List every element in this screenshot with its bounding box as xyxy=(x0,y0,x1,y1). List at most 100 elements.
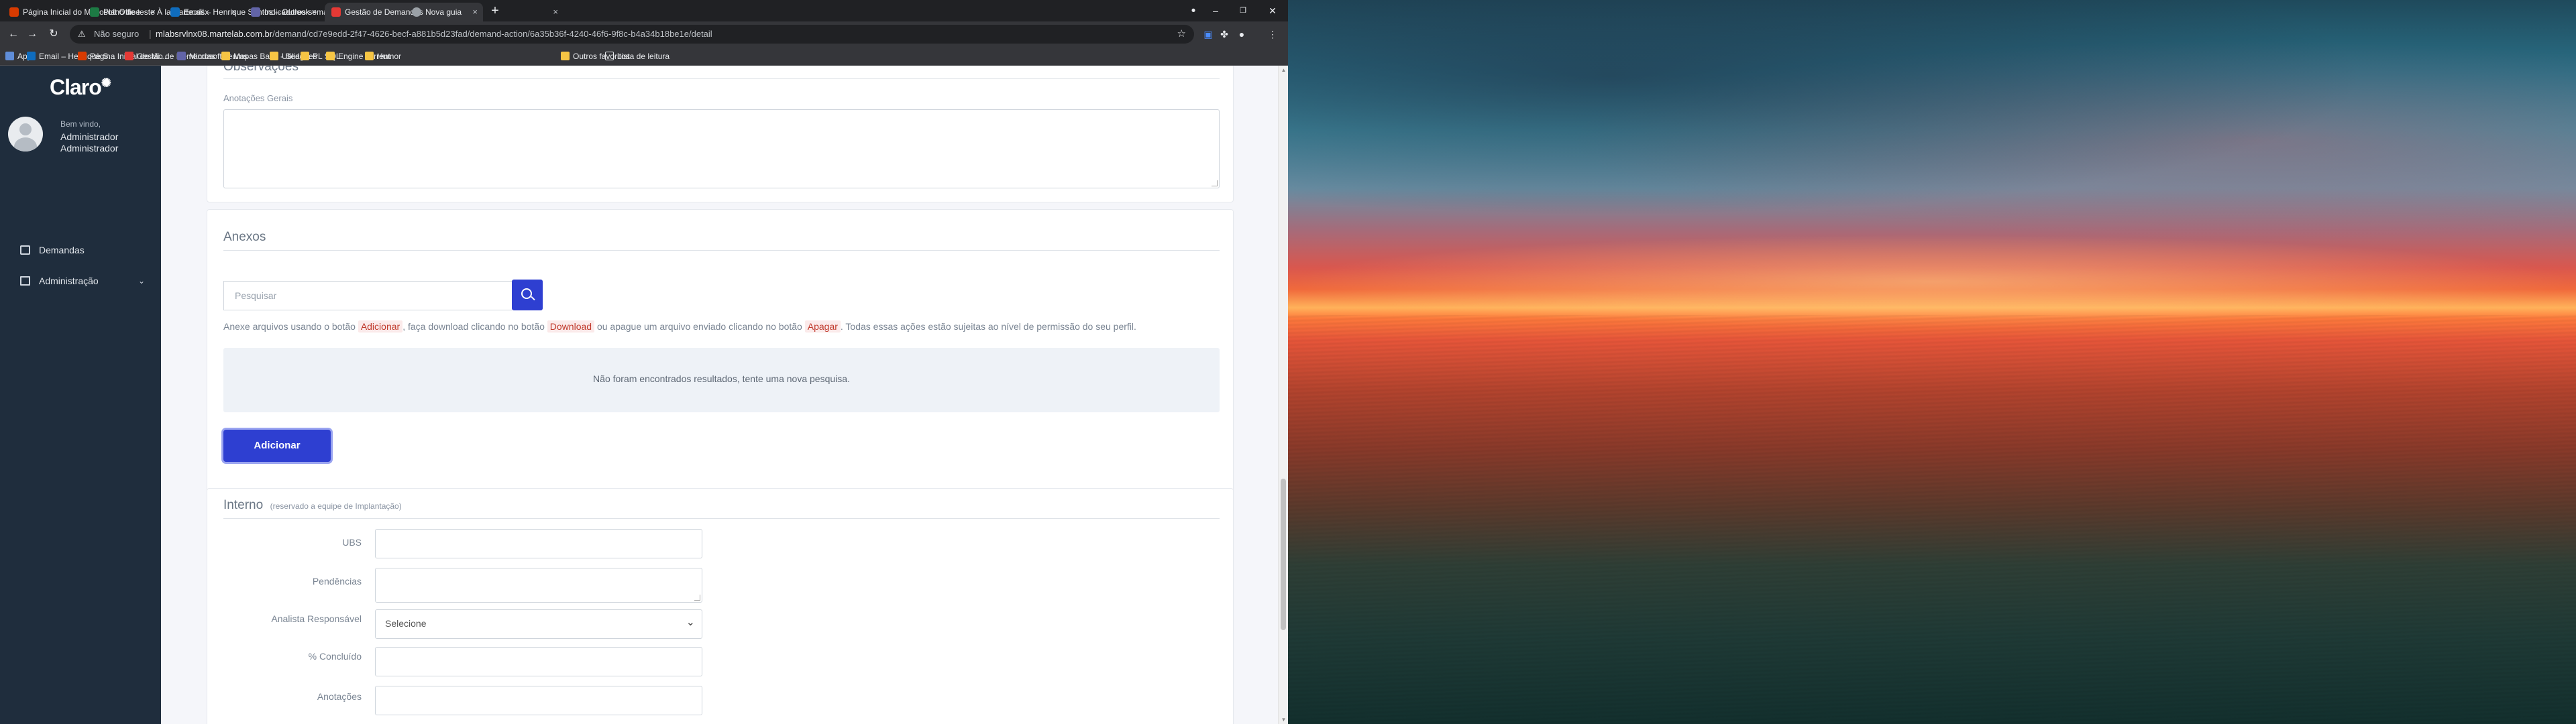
add-attachment-button[interactable]: Adicionar xyxy=(223,430,331,462)
excel-favicon-icon xyxy=(90,7,99,17)
sidebar: Claro✺ Bem vindo, Administrador Administ… xyxy=(0,66,161,724)
search-icon xyxy=(521,288,532,299)
address-bar[interactable]: ⚠ Não seguro | mlabsrvlnx08.martelab.com… xyxy=(70,25,1194,44)
restore-button[interactable]: ❐ xyxy=(1229,0,1257,21)
percent-concluido-input[interactable] xyxy=(375,647,702,676)
help-text: Anexe arquivos usando o botão Adicionar,… xyxy=(223,320,1136,333)
folder-icon xyxy=(326,52,335,60)
folder-icon xyxy=(365,52,374,60)
interno-card: Interno (reservado a equipe de Implantaç… xyxy=(207,488,1234,724)
scroll-up-icon[interactable]: ▲ xyxy=(1281,67,1287,73)
empty-results-box: Não foram encontrados resultados, tente … xyxy=(223,348,1220,412)
empty-results-message: Não foram encontrados resultados, tente … xyxy=(593,373,850,384)
url-host: mlabsrvlnx08.martelab.com.br xyxy=(156,29,273,39)
extension-icon[interactable]: ▣ xyxy=(1201,27,1216,42)
divider xyxy=(223,250,1220,251)
admin-icon xyxy=(20,276,30,286)
apps-grid-icon xyxy=(5,52,14,60)
search-icon-handle xyxy=(531,296,535,301)
tab-nova-guia[interactable]: Nova guia × xyxy=(405,3,564,21)
analista-select[interactable]: Selecione ⌄ xyxy=(375,609,702,639)
web-page: Claro✺ Bem vindo, Administrador Administ… xyxy=(0,66,1288,724)
section-subtitle: (reservado a equipe de Implantação) xyxy=(270,501,402,511)
back-icon[interactable]: ← xyxy=(5,27,21,42)
url-text[interactable]: mlabsrvlnx08.martelab.com.br/demand/cd7e… xyxy=(156,29,712,39)
field-label: Anotações Gerais xyxy=(223,93,293,103)
divider: | xyxy=(149,28,152,39)
scroll-thumb[interactable] xyxy=(1281,479,1286,630)
resize-handle-icon[interactable] xyxy=(694,595,700,601)
claro-favicon-icon xyxy=(331,7,341,17)
resize-handle-icon[interactable] xyxy=(1212,180,1218,186)
pendencias-textarea[interactable] xyxy=(375,568,702,603)
chevron-down-icon: ⌄ xyxy=(686,617,695,628)
wallpaper-sunset-glow xyxy=(1288,235,2576,328)
help-text-part: Anexe arquivos usando o botão xyxy=(223,321,358,332)
folder-icon xyxy=(221,52,230,60)
office-favicon-icon xyxy=(9,7,19,17)
observacoes-card: Observações Anotações Gerais xyxy=(207,66,1234,202)
section-title: Anexos xyxy=(223,230,266,244)
warning-icon: ⚠ xyxy=(78,29,86,39)
page-scrollbar[interactable]: ▲ ▼ xyxy=(1278,66,1288,724)
bookmark-folder[interactable]: Humor xyxy=(364,50,401,63)
claro-icon xyxy=(125,52,133,60)
field-label: % Concluído xyxy=(308,651,362,662)
general-notes-textarea[interactable] xyxy=(223,109,1220,188)
minimize-button[interactable]: – xyxy=(1202,0,1229,21)
forward-icon[interactable]: → xyxy=(24,27,40,42)
reading-list-icon xyxy=(605,52,614,60)
menu-kebab-icon[interactable]: ⋮ xyxy=(1265,27,1280,42)
wallpaper-field xyxy=(1288,315,2576,724)
bookmark-label: Humor xyxy=(377,52,402,61)
code-tag: Download xyxy=(547,320,595,333)
teams-favicon-icon xyxy=(251,7,260,17)
search-input[interactable] xyxy=(223,281,512,310)
extensions-puzzle-icon[interactable]: ✤ xyxy=(1217,27,1232,42)
logo-text: Claro xyxy=(50,75,102,99)
search-button[interactable] xyxy=(512,280,543,310)
sidebar-item-label: Demandas xyxy=(39,245,85,255)
tab-title: Nova guia xyxy=(425,7,462,17)
code-tag: Apagar xyxy=(804,320,841,333)
tab-strip: Página Inicial do Microsoft Office × Pla… xyxy=(0,0,1288,21)
demands-icon xyxy=(20,245,30,255)
anotacoes-textarea[interactable] xyxy=(375,686,702,715)
bookmarks-bar: Apps Email – Henrique S... Página Inicia… xyxy=(0,47,1288,66)
close-window-button[interactable]: ✕ xyxy=(1257,0,1288,21)
office-icon xyxy=(78,52,87,60)
toolbar: ← → ↻ ⚠ Não seguro | mlabsrvlnx08.martel… xyxy=(0,21,1288,47)
scroll-down-icon[interactable]: ▼ xyxy=(1281,717,1287,723)
field-label: Analista Responsável xyxy=(271,613,362,624)
chrome-favicon-icon xyxy=(412,7,421,17)
ubs-input[interactable] xyxy=(375,529,702,558)
sidebar-item-administracao[interactable]: Administração ⌄ xyxy=(0,269,161,292)
profile-record-icon[interactable]: ⏺ xyxy=(1185,0,1202,21)
claro-logo[interactable]: Claro✺ xyxy=(50,75,111,100)
reading-list[interactable]: Lista de leitura xyxy=(604,50,669,63)
chevron-down-icon: ⌄ xyxy=(138,276,146,286)
profile-avatar-icon[interactable]: ● xyxy=(1234,27,1249,42)
user-role: Administrador xyxy=(60,143,119,154)
sidebar-item-demandas[interactable]: Demandas xyxy=(0,239,161,261)
security-status[interactable]: Não seguro xyxy=(94,29,139,39)
section-title: Observações xyxy=(223,66,299,74)
code-tag: Adicionar xyxy=(358,320,403,333)
section-title: Interno xyxy=(223,498,264,512)
help-text-part: . Todas essas ações estão sujeitas ao ní… xyxy=(840,321,1136,332)
help-text-part: , faça download clicando no botão xyxy=(402,321,547,332)
logo-spark-icon: ✺ xyxy=(101,76,111,90)
close-tab-icon[interactable]: × xyxy=(553,3,558,21)
avatar-body xyxy=(14,137,37,152)
help-text-part: ou apague um arquivo enviado clicando no… xyxy=(594,321,805,332)
outlook-favicon-icon xyxy=(170,7,180,17)
divider xyxy=(223,78,1220,79)
desktop-wallpaper xyxy=(1288,0,2576,724)
section-header: Interno (reservado a equipe de Implantaç… xyxy=(223,498,402,513)
field-label: UBS xyxy=(342,537,362,548)
user-name: Administrador xyxy=(60,131,119,142)
bookmark-star-icon[interactable]: ☆ xyxy=(1177,27,1186,40)
divider xyxy=(223,518,1220,519)
new-tab-button[interactable]: + xyxy=(487,3,503,19)
reload-icon[interactable]: ↻ xyxy=(46,27,62,42)
